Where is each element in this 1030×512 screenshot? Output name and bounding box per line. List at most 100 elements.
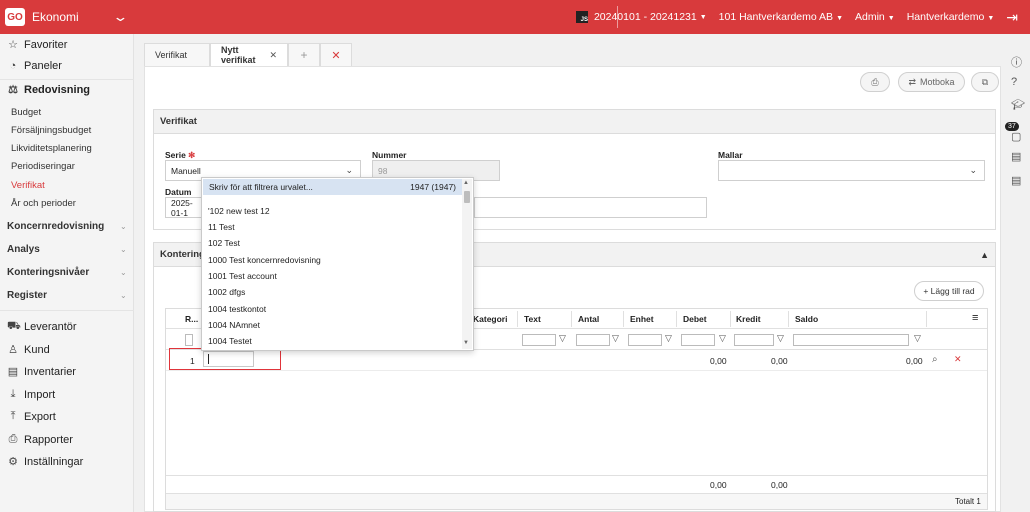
user-menu[interactable]: Admin ▼ bbox=[855, 11, 895, 23]
dropdown-option[interactable]: 1004 NAmnet bbox=[208, 320, 260, 330]
copy-button[interactable]: ⧉ bbox=[971, 72, 999, 92]
sidebar-item-redovisning[interactable]: ⚖ Redovisning bbox=[7, 83, 90, 97]
sidebar-item-installningar[interactable]: ⚙ Inställningar bbox=[7, 455, 83, 469]
col-header-debet[interactable]: Debet bbox=[683, 314, 707, 324]
caret-down-icon: ▼ bbox=[836, 15, 843, 22]
sidebar-item-inventarier[interactable]: ▤ Inventarier bbox=[7, 365, 76, 379]
col-header-kategori[interactable]: Kategori bbox=[473, 314, 507, 324]
app-logo[interactable]: GO bbox=[5, 8, 25, 26]
filter-icon[interactable]: ▽ bbox=[777, 333, 784, 344]
sidebar-sub-ar-och-perioder[interactable]: År och perioder bbox=[11, 198, 76, 209]
tab-close-all[interactable]: ✕ bbox=[320, 43, 352, 66]
mallar-select[interactable]: ⌄ bbox=[718, 160, 985, 181]
chevron-up-icon[interactable]: ▲ bbox=[980, 250, 989, 260]
sidebar-item-paneler[interactable]: ◔ Paneler bbox=[7, 60, 62, 72]
dropdown-option[interactable]: 1000 Test koncernredovisning bbox=[208, 255, 321, 265]
add-row-button[interactable]: + Lägg till rad bbox=[914, 281, 984, 301]
filter-icon[interactable]: ▽ bbox=[612, 333, 619, 344]
dropdown-option[interactable]: 102 Test bbox=[208, 238, 240, 248]
filter-icon[interactable]: ▽ bbox=[719, 333, 726, 344]
tab-nytt-verifikat[interactable]: Nytt verifikat ✕ bbox=[210, 43, 288, 66]
sidebar-group-register[interactable]: Register bbox=[7, 290, 47, 301]
col-header-antal[interactable]: Antal bbox=[578, 314, 599, 324]
sidebar-item-export[interactable]: ⤒ Export bbox=[7, 410, 56, 423]
sidebar-item-rapporter[interactable]: ⎙ Rapporter bbox=[7, 433, 73, 446]
kredit-filter[interactable] bbox=[734, 334, 774, 346]
sidebar-sub-budget[interactable]: Budget bbox=[11, 107, 41, 118]
info-icon[interactable]: ⓘ bbox=[1011, 54, 1022, 70]
filter-icon[interactable]: ▽ bbox=[665, 333, 672, 344]
scroll-thumb[interactable] bbox=[464, 191, 470, 203]
account-dropdown: Skriv för att filtrera urvalet... 1947 (… bbox=[201, 177, 474, 351]
sidebar-sub-likviditetsplanering[interactable]: Likviditetsplanering bbox=[11, 143, 92, 154]
print-button[interactable]: ⎙ bbox=[860, 72, 890, 92]
graduation-cap-icon[interactable]: 🎓︎ bbox=[1011, 98, 1025, 111]
text-filter[interactable] bbox=[522, 334, 556, 346]
tab-bar: Verifikat Nytt verifikat ✕ + ✕ bbox=[144, 43, 352, 66]
select-all-checkbox[interactable] bbox=[185, 334, 193, 346]
sidebar-sub-periodiseringar[interactable]: Periodiseringar bbox=[11, 161, 75, 172]
sidebar-sub-verifikat[interactable]: Verifikat bbox=[11, 180, 45, 191]
right-rail: ⓘ ? 🎓︎ 37 ▢ ▤ ▤ bbox=[1002, 34, 1030, 512]
dropdown-option[interactable]: '102 new test 12 bbox=[208, 206, 270, 216]
close-icon: ✕ bbox=[331, 49, 341, 62]
sidebar-item-label: Leverantör bbox=[24, 321, 77, 333]
help-icon[interactable]: ? bbox=[1011, 76, 1017, 88]
sidebar-group-konteringsnivaer[interactable]: Konteringsnivåer bbox=[7, 267, 89, 278]
motboka-button[interactable]: ⇄ Motboka bbox=[898, 72, 965, 92]
sidebar-item-kund[interactable]: ♙ Kund bbox=[7, 343, 50, 357]
dropdown-option[interactable]: 1001 Test account bbox=[208, 271, 277, 281]
col-header-kredit[interactable]: Kredit bbox=[736, 314, 761, 324]
tab-verifikat[interactable]: Verifikat bbox=[144, 43, 210, 66]
search-icon[interactable]: ⌕ bbox=[932, 354, 938, 365]
column-menu-icon[interactable]: ≡ bbox=[972, 312, 978, 324]
company-selector[interactable]: 101 Hantverkardemo AB ▼ bbox=[719, 11, 843, 23]
logout-icon[interactable]: ⇥ bbox=[1006, 9, 1018, 26]
chevron-down-icon: ⌄ bbox=[120, 291, 127, 300]
sidebar-sub-forsaljningsbudget[interactable]: Försäljningsbudget bbox=[11, 125, 91, 136]
filter-icon[interactable]: ▽ bbox=[914, 333, 921, 344]
dropdown-option[interactable]: 1004 Testet bbox=[208, 336, 252, 346]
pdf-icon[interactable]: ▤ bbox=[1011, 150, 1021, 163]
scroll-up-icon[interactable]: ▲ bbox=[463, 180, 469, 186]
sidebar-group-analys[interactable]: Analys bbox=[7, 244, 40, 255]
col-header-enhet[interactable]: Enhet bbox=[630, 314, 654, 324]
debet-cell[interactable]: 0,00 bbox=[710, 356, 727, 366]
sidebar-item-import[interactable]: ⤓ Import bbox=[7, 388, 56, 401]
tab-add[interactable]: + bbox=[288, 43, 320, 66]
file-icon[interactable]: ▤ bbox=[1011, 174, 1021, 187]
filter-icon[interactable]: ▽ bbox=[559, 333, 566, 344]
close-icon[interactable]: ✕ bbox=[269, 50, 277, 61]
dropdown-option[interactable]: 1004 testkontot bbox=[208, 304, 266, 314]
app-name[interactable]: Ekonomi bbox=[32, 10, 79, 24]
antal-filter[interactable] bbox=[576, 334, 610, 346]
col-header-saldo[interactable]: Saldo bbox=[795, 314, 818, 324]
document-icon[interactable]: ▢ bbox=[1011, 130, 1021, 143]
scroll-down-icon[interactable]: ▼ bbox=[463, 340, 469, 346]
col-header-row[interactable]: R... bbox=[185, 314, 198, 324]
dropdown-scrollbar[interactable]: ▲ ▼ bbox=[462, 179, 472, 349]
saldo-filter[interactable] bbox=[793, 334, 909, 346]
kredit-cell[interactable]: 0,00 bbox=[771, 356, 788, 366]
user-label: Admin bbox=[855, 11, 885, 23]
enhet-filter[interactable] bbox=[628, 334, 662, 346]
js-icon: JS bbox=[575, 11, 588, 23]
delete-row-icon[interactable]: ✕ bbox=[954, 354, 962, 365]
account-input[interactable] bbox=[203, 351, 254, 367]
col-header-text[interactable]: Text bbox=[524, 314, 541, 324]
dropdown-filter-input[interactable]: Skriv för att filtrera urvalet... 1947 (… bbox=[203, 179, 462, 195]
role-menu[interactable]: Hantverkardemo ▼ bbox=[907, 11, 995, 23]
period-selector[interactable]: JS 20240101 - 20241231 ▼ bbox=[575, 11, 707, 23]
sidebar-group-koncernredovisning[interactable]: Koncernredovisning bbox=[7, 221, 104, 232]
sidebar: ☆ Favoriter ◔ Paneler ⚖ Redovisning Budget … bbox=[0, 34, 134, 512]
section-title: Verifikat bbox=[154, 110, 995, 134]
dropdown-option[interactable]: 11 Test bbox=[208, 222, 235, 232]
app-menu-chevron-icon[interactable]: ⌄ bbox=[112, 9, 128, 25]
sidebar-item-leverantor[interactable]: ⛟ Leverantör bbox=[7, 320, 77, 334]
sidebar-item-favoriter[interactable]: ☆ Favoriter bbox=[7, 38, 67, 52]
dropdown-option[interactable]: 1002 dfgs bbox=[208, 287, 245, 297]
debet-filter[interactable] bbox=[681, 334, 715, 346]
datum-field[interactable]: 2025-01-1 bbox=[165, 197, 205, 218]
text-field[interactable] bbox=[474, 197, 707, 218]
table-row[interactable]: 1 0,00 0,00 0,00 ⌕ ✕ bbox=[166, 351, 987, 371]
